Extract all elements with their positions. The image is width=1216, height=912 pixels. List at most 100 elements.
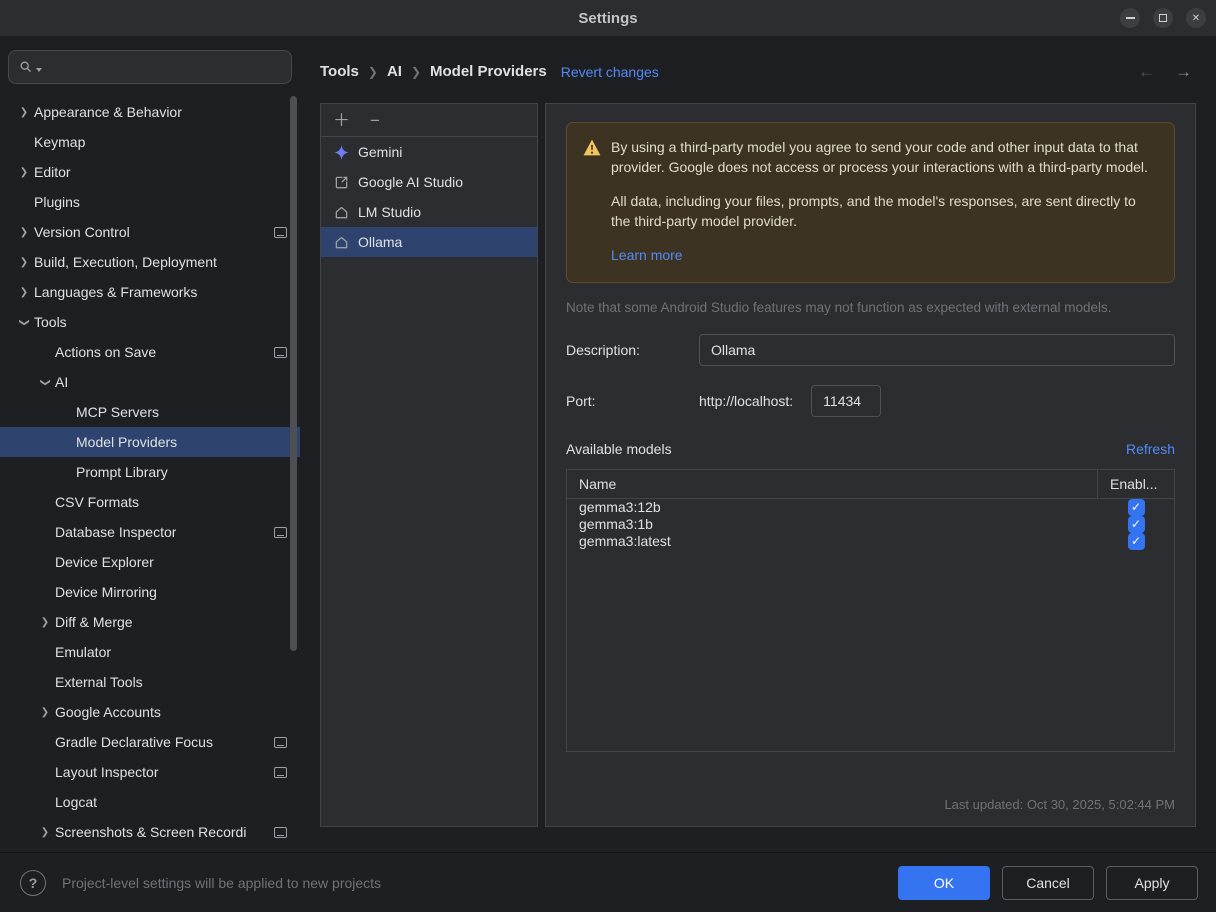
breadcrumb-row: Tools❯AI❯Model Providers Revert changes …	[320, 36, 1196, 103]
models-table-body: gemma3:12b✓gemma3:1b✓gemma3:latest✓	[567, 499, 1174, 550]
chevron-right-icon[interactable]: ❯	[35, 617, 55, 628]
sidebar-item-label: External Tools	[55, 674, 143, 690]
current-project-icon	[274, 227, 287, 238]
refresh-link[interactable]: Refresh	[1126, 441, 1175, 457]
minimize-button[interactable]	[1120, 8, 1140, 28]
breadcrumb-separator: ❯	[368, 65, 378, 79]
sidebar-item-label: Device Explorer	[55, 554, 154, 570]
warning-text: By using a third-party model you agree t…	[611, 138, 1158, 266]
sidebar-item-emulator[interactable]: Emulator	[0, 637, 300, 667]
ok-button[interactable]: OK	[898, 866, 990, 900]
sidebar-item-csv-formats[interactable]: CSV Formats	[0, 487, 300, 517]
sidebar-item-label: Appearance & Behavior	[34, 104, 182, 120]
breadcrumb-item-model-providers[interactable]: Model Providers	[430, 63, 547, 80]
sidebar-item-label: Model Providers	[76, 434, 177, 450]
model-row-gemma3-12b[interactable]: gemma3:12b✓	[567, 499, 1174, 516]
chevron-right-icon[interactable]: ❯	[14, 257, 34, 268]
minimize-icon	[1126, 17, 1135, 19]
warning-paragraph-2: All data, including your files, prompts,…	[611, 192, 1158, 231]
maximize-button[interactable]	[1153, 8, 1173, 28]
chevron-right-icon[interactable]: ❯	[14, 167, 34, 178]
sidebar-item-logcat[interactable]: Logcat	[0, 787, 300, 817]
add-provider-button[interactable]: ＋	[331, 112, 352, 129]
sidebar-item-label: Database Inspector	[55, 524, 176, 540]
sidebar-item-editor[interactable]: ❯Editor	[0, 157, 300, 187]
footer-bar: ? Project-level settings will be applied…	[0, 852, 1216, 912]
chevron-right-icon[interactable]: ❯	[35, 827, 55, 838]
sidebar-item-external-tools[interactable]: External Tools	[0, 667, 300, 697]
sidebar-item-device-mirroring[interactable]: Device Mirroring	[0, 577, 300, 607]
titlebar: Settings ✕	[0, 0, 1216, 36]
sidebar-item-google-accounts[interactable]: ❯Google Accounts	[0, 697, 300, 727]
settings-sidebar: ❯Appearance & BehaviorKeymap❯EditorPlugi…	[0, 36, 300, 852]
sidebar-item-ai[interactable]: ❯AI	[0, 367, 300, 397]
sidebar-item-gradle-declarative-focus[interactable]: Gradle Declarative Focus	[0, 727, 300, 757]
description-input[interactable]	[699, 334, 1175, 366]
learn-more-link[interactable]: Learn more	[611, 246, 683, 266]
search-options-caret-icon	[36, 68, 42, 72]
sidebar-item-model-providers[interactable]: Model Providers	[0, 427, 300, 457]
chevron-right-icon[interactable]: ❯	[35, 707, 55, 718]
sidebar-item-screenshots-screen-recordi[interactable]: ❯Screenshots & Screen Recordi	[0, 817, 300, 847]
provider-details-panel: By using a third-party model you agree t…	[545, 103, 1196, 827]
sidebar-item-plugins[interactable]: Plugins	[0, 187, 300, 217]
sidebar-item-diff-merge[interactable]: ❯Diff & Merge	[0, 607, 300, 637]
model-enabled-checkbox[interactable]: ✓	[1128, 499, 1145, 516]
chevron-down-icon[interactable]: ❯	[40, 372, 51, 392]
cancel-button[interactable]: Cancel	[1002, 866, 1094, 900]
sidebar-item-tools[interactable]: ❯Tools	[0, 307, 300, 337]
sidebar-item-label: Version Control	[34, 224, 130, 240]
chevron-right-icon[interactable]: ❯	[14, 107, 34, 118]
close-button[interactable]: ✕	[1186, 8, 1206, 28]
sidebar-item-device-explorer[interactable]: Device Explorer	[0, 547, 300, 577]
column-header-name[interactable]: Name	[567, 470, 1098, 498]
provider-label: Ollama	[358, 234, 402, 250]
warning-icon	[583, 138, 601, 159]
sidebar-item-languages-frameworks[interactable]: ❯Languages & Frameworks	[0, 277, 300, 307]
model-enabled-checkbox[interactable]: ✓	[1128, 516, 1145, 533]
chevron-down-icon[interactable]: ❯	[19, 312, 30, 332]
sidebar-item-build-execution-deployment[interactable]: ❯Build, Execution, Deployment	[0, 247, 300, 277]
breadcrumb: Tools❯AI❯Model Providers	[320, 63, 547, 80]
chevron-right-icon[interactable]: ❯	[14, 287, 34, 298]
port-prefix: http://localhost:	[699, 393, 793, 409]
google-ai-studio-icon	[333, 175, 349, 190]
sidebar-item-keymap[interactable]: Keymap	[0, 127, 300, 157]
provider-item-lm-studio[interactable]: LM Studio	[321, 197, 537, 227]
model-enabled-checkbox[interactable]: ✓	[1128, 533, 1145, 550]
provider-label: Google AI Studio	[358, 174, 463, 190]
models-table: Name Enabl... gemma3:12b✓gemma3:1b✓gemma…	[566, 469, 1175, 752]
settings-window: Settings ✕ ❯Appearance & BehaviorKeymap❯…	[0, 0, 1216, 912]
model-enabled-cell: ✓	[1098, 533, 1174, 550]
help-button[interactable]: ?	[20, 870, 46, 896]
model-row-gemma3-latest[interactable]: gemma3:latest✓	[567, 533, 1174, 550]
sidebar-item-version-control[interactable]: ❯Version Control	[0, 217, 300, 247]
model-row-gemma3-1b[interactable]: gemma3:1b✓	[567, 516, 1174, 533]
settings-tree: ❯Appearance & BehaviorKeymap❯EditorPlugi…	[0, 97, 300, 847]
search-box[interactable]	[8, 50, 292, 84]
provider-label: LM Studio	[358, 204, 421, 220]
remove-provider-button[interactable]: −	[368, 112, 382, 129]
apply-button[interactable]: Apply	[1106, 866, 1198, 900]
column-header-enabled[interactable]: Enabl...	[1098, 470, 1174, 498]
provider-item-google-ai-studio[interactable]: Google AI Studio	[321, 167, 537, 197]
sidebar-item-mcp-servers[interactable]: MCP Servers	[0, 397, 300, 427]
forward-arrow-icon[interactable]: →	[1175, 62, 1192, 82]
port-input[interactable]	[811, 385, 881, 417]
breadcrumb-item-tools[interactable]: Tools	[320, 63, 359, 80]
revert-changes-link[interactable]: Revert changes	[561, 64, 659, 80]
provider-item-ollama[interactable]: Ollama	[321, 227, 537, 257]
current-project-icon	[274, 827, 287, 838]
sidebar-item-database-inspector[interactable]: Database Inspector	[0, 517, 300, 547]
sidebar-item-layout-inspector[interactable]: Layout Inspector	[0, 757, 300, 787]
sidebar-item-label: AI	[55, 374, 68, 390]
sidebar-item-actions-on-save[interactable]: Actions on Save	[0, 337, 300, 367]
sidebar-item-appearance-behavior[interactable]: ❯Appearance & Behavior	[0, 97, 300, 127]
back-arrow-icon[interactable]: ←	[1138, 62, 1155, 82]
chevron-right-icon[interactable]: ❯	[14, 227, 34, 238]
provider-item-gemini[interactable]: Gemini	[321, 137, 537, 167]
window-title: Settings	[578, 10, 637, 27]
breadcrumb-item-ai[interactable]: AI	[387, 63, 402, 80]
sidebar-scrollbar[interactable]	[290, 96, 297, 651]
sidebar-item-prompt-library[interactable]: Prompt Library	[0, 457, 300, 487]
